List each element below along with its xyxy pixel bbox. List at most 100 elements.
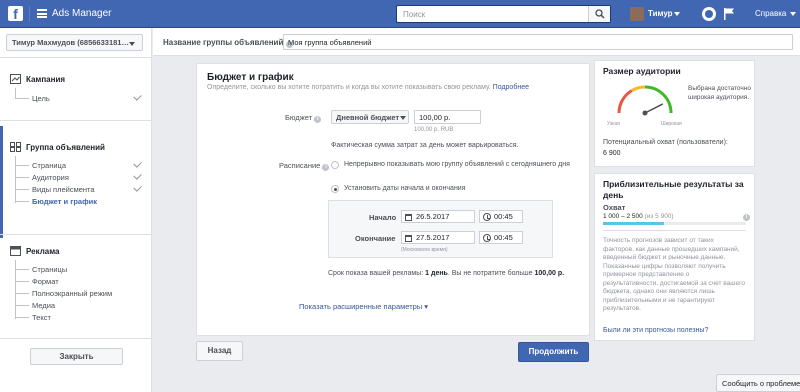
sidebar-item-audience[interactable]: Аудитория <box>15 171 145 183</box>
feedback-link[interactable]: Были ли эти прогнозы полезны? <box>603 327 708 334</box>
user-menu-caret-icon[interactable] <box>674 12 680 16</box>
estimated-results-panel: Приблизительные результаты за день Охват… <box>594 173 755 341</box>
duration-amount: 100,00 р. <box>534 270 565 277</box>
panel-description-text: Определите, сколько вы хотите потратить … <box>207 84 491 91</box>
start-date-input[interactable]: 26.5.2017 <box>401 210 475 223</box>
end-date-input[interactable]: 27.5.2017 <box>401 231 475 244</box>
menu-icon[interactable] <box>37 9 47 18</box>
check-icon <box>133 159 142 168</box>
tree-elbow <box>15 317 29 318</box>
duration-summary: Срок показа вашей рекламы: 1 день. Вы не… <box>328 268 578 279</box>
report-problem-button[interactable]: Сообщить о проблеме <box>716 374 800 392</box>
search-icon <box>595 9 605 19</box>
search-button[interactable] <box>588 6 610 22</box>
flag-icon[interactable] <box>724 8 735 20</box>
search-input[interactable]: Поиск <box>396 5 611 23</box>
sidebar-item-label: Формат <box>32 277 59 286</box>
sidebar-item-pages[interactable]: Страницы <box>15 264 145 275</box>
help-caret-icon[interactable] <box>790 12 796 16</box>
sidebar-item-label: Бюджет и график <box>32 197 98 206</box>
gauge-needle <box>644 103 664 114</box>
potential-reach-value: 6 900 <box>603 150 621 157</box>
adset-name-bar: Название группы объявлений i Моя группа … <box>153 28 800 56</box>
sidebar-item-media[interactable]: Медиа <box>15 300 145 311</box>
tree-elbow <box>15 305 29 306</box>
sidebar-item-page[interactable]: Страница <box>15 159 145 171</box>
gauge-mid-segment <box>630 85 646 92</box>
tree-elbow <box>15 189 29 190</box>
duration-value: 1 день <box>425 270 448 277</box>
topbar-divider <box>29 6 30 22</box>
user-name[interactable]: Тимур <box>648 9 673 18</box>
campaign-icon <box>10 74 21 84</box>
budget-type-select[interactable]: Дневной бюджет <box>331 110 409 124</box>
sidebar-item-format[interactable]: Формат <box>15 276 145 287</box>
continue-button[interactable]: Продолжить <box>518 342 589 362</box>
close-button[interactable]: Закрыть <box>30 348 123 365</box>
show-advanced-options-link[interactable]: Показать расширенные параметры ▾ <box>299 302 428 311</box>
help-link[interactable]: Справка <box>755 9 786 18</box>
account-selector[interactable]: Тимур Махмудов (6856633181… <box>6 34 143 51</box>
tree-elbow <box>15 201 29 202</box>
radio-continuous-label[interactable]: Непрерывно показывать мою группу объявле… <box>344 160 574 169</box>
budget-schedule-panel: Бюджет и график Определите, сколько вы х… <box>196 63 590 336</box>
info-icon[interactable]: i <box>322 164 330 171</box>
reach-range-total: (из 5 900) <box>644 213 674 220</box>
user-avatar[interactable] <box>630 7 644 21</box>
chevron-down-icon <box>129 42 135 46</box>
tree-elbow <box>15 165 29 166</box>
budget-label: Бюджет i <box>285 113 322 123</box>
sidebar-item-label: Страница <box>32 161 66 170</box>
radio-set-dates[interactable] <box>331 185 339 193</box>
panel-title: Бюджет и график <box>207 72 294 83</box>
duration-mid: . Вы не потратите больше <box>447 270 533 277</box>
back-button[interactable]: Назад <box>196 341 243 361</box>
gauge-high-segment <box>644 85 673 114</box>
audience-size-panel: Размер аудитории Узкая Широкая Выбрана д… <box>594 60 755 167</box>
end-date-value: 27.5.2017 <box>416 233 450 242</box>
sidebar-item-budget-schedule[interactable]: Бюджет и график <box>15 196 145 207</box>
calendar-icon <box>405 234 412 242</box>
search-placeholder: Поиск <box>403 10 426 19</box>
sidebar-section-adset[interactable]: Группа объявлений <box>26 143 105 152</box>
sidebar-section-ad[interactable]: Реклама <box>26 247 59 256</box>
ad-icon <box>10 246 21 256</box>
end-label: Окончание <box>355 234 396 243</box>
gauge-low-label: Узкая <box>607 121 620 127</box>
panel-description: Определите, сколько вы хотите потратить … <box>207 84 529 91</box>
learn-more-link[interactable]: Подробнее <box>493 84 529 91</box>
gauge-high-label: Широкая <box>661 121 682 127</box>
reach-range: 1 000 – 2 500 (из 5 900) <box>603 213 674 220</box>
adset-name-label-text: Название группы объявлений <box>163 38 284 47</box>
end-time-input[interactable]: 00:45 <box>479 231 523 244</box>
check-icon <box>133 183 142 192</box>
audience-size-title: Размер аудитории <box>603 66 681 76</box>
sidebar-item-text[interactable]: Текст <box>15 312 145 323</box>
tree-elbow <box>15 98 29 99</box>
gauge-pivot <box>642 110 648 116</box>
estimated-results-title: Приблизительные результаты за день <box>603 179 744 200</box>
sidebar-item-fullscreen[interactable]: Полноэкранный режим <box>15 288 145 299</box>
estimate-disclaimer: Точность прогнозов зависит от таких факт… <box>603 237 745 312</box>
info-icon[interactable]: i <box>743 214 750 221</box>
start-time-input[interactable]: 00:45 <box>479 210 523 223</box>
start-time-value: 00:45 <box>494 212 513 221</box>
sidebar-section-campaign[interactable]: Кампания <box>26 75 65 84</box>
radio-set-dates-label[interactable]: Установить даты начала и окончания <box>344 184 466 193</box>
tree-elbow <box>15 269 29 270</box>
budget-amount-input[interactable]: 100,00 р. <box>414 110 481 124</box>
globe-icon[interactable] <box>702 7 716 21</box>
app-title[interactable]: Ads Manager <box>52 8 111 19</box>
reach-subtitle: Охват <box>603 203 626 212</box>
sidebar-item-label: Цель <box>32 94 50 103</box>
adset-name-input[interactable]: Моя группа объявлений <box>283 34 793 50</box>
sidebar-item-objective[interactable]: Цель <box>15 92 145 104</box>
budget-label-text: Бюджет <box>285 113 313 122</box>
radio-continuous[interactable] <box>331 161 339 169</box>
sidebar-item-label: Аудитория <box>32 173 69 182</box>
schedule-label-text: Расписание <box>279 161 321 170</box>
sidebar-item-placements[interactable]: Виды плейсмента <box>15 183 145 195</box>
audience-size-description: Выбрана достаточно широкая аудитория. <box>688 85 751 101</box>
info-icon[interactable]: i <box>314 116 322 123</box>
facebook-logo-icon[interactable]: f <box>8 6 23 21</box>
